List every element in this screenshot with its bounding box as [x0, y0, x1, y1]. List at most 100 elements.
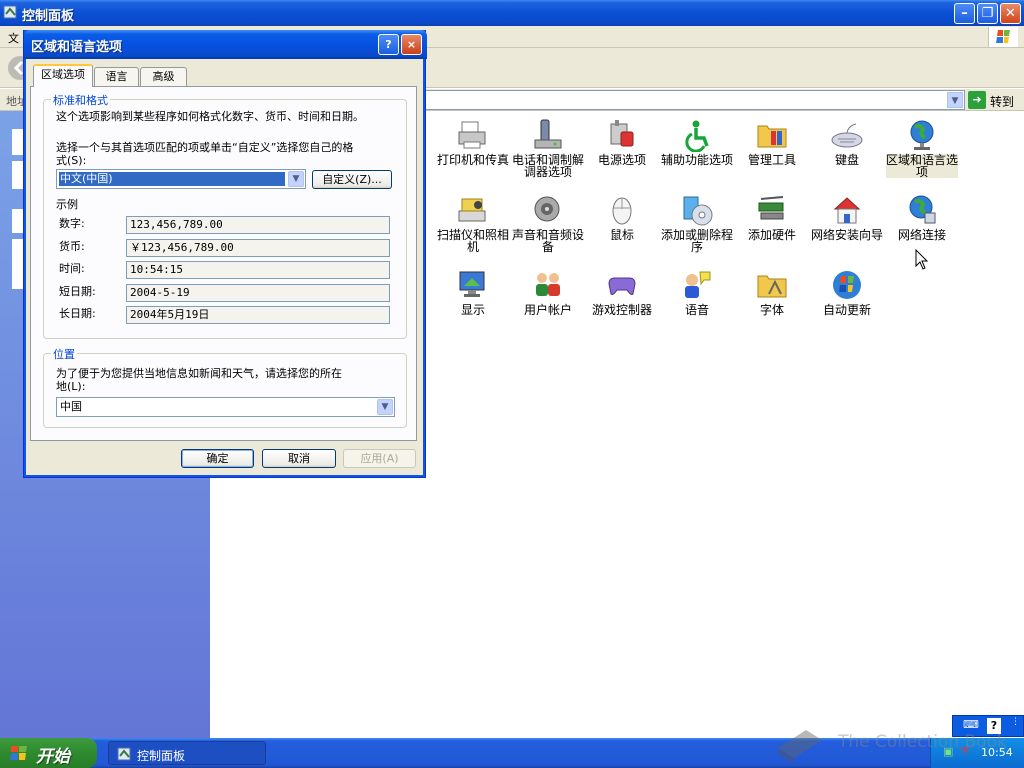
cancel-button[interactable]: 取消: [262, 449, 336, 468]
tab-label: 区域选项: [41, 68, 85, 81]
display-icon: [459, 271, 485, 297]
go-button[interactable]: ➜ 转到: [968, 91, 1020, 109]
accessibility-icon: [685, 120, 709, 152]
cp-item-regional[interactable]: 区域和语言选项: [886, 114, 958, 184]
cp-item-keyboard[interactable]: 键盘: [811, 114, 883, 184]
location-select[interactable]: 中国 ▼: [56, 397, 395, 417]
cp-item-automatic-updates[interactable]: 自动更新: [811, 264, 883, 334]
standards-description: 这个选项影响到某些程序如何格式化数字、货币、时间和日期。: [56, 110, 364, 123]
example-currency-label: 货币:: [59, 240, 85, 253]
windows-update-icon: [833, 271, 861, 299]
start-button[interactable]: 开始: [0, 738, 97, 768]
minimize-button[interactable]: –: [954, 3, 975, 24]
dialog-titlebar[interactable]: 区域和语言选项 ? ×: [24, 30, 427, 59]
cp-item-admin-tools[interactable]: 管理工具: [736, 114, 808, 184]
cp-item-add-remove[interactable]: 添加或删除程序: [661, 189, 733, 259]
chevron-down-icon[interactable]: ▼: [288, 171, 304, 187]
cp-item-label: 电话和调制解调器选项: [512, 153, 585, 179]
example-time-value: 10:54:15: [126, 261, 390, 279]
tab-label: 语言: [105, 70, 128, 83]
go-arrow-icon: ➜: [968, 91, 986, 109]
example-time-label: 时间:: [59, 262, 85, 275]
restore-icon: ❐: [981, 6, 994, 21]
cp-item-mouse[interactable]: 鼠标: [586, 189, 658, 259]
dialog-close-button[interactable]: ×: [401, 34, 422, 55]
phone-modem-icon: [534, 119, 562, 149]
location-description: 地(L):: [56, 380, 86, 393]
cp-item-scanners[interactable]: 扫描仪和照相机: [437, 189, 509, 259]
cp-item-sound[interactable]: 声音和音频设备: [512, 189, 584, 259]
cp-item-phone-modem[interactable]: 电话和调制解调器选项: [512, 114, 584, 184]
dialog-title: 区域和语言选项: [31, 40, 123, 55]
cp-item-label: 显示: [460, 303, 485, 317]
cp-item-label: 语音: [684, 303, 709, 317]
location-group: 位置 为了便于为您提供当地信息如新闻和天气，请选择您的所在 地(L): 中国 ▼: [43, 346, 407, 428]
cp-item-printers[interactable]: 打印机和传真: [437, 114, 509, 184]
cp-item-label: 辅助功能选项: [661, 153, 734, 167]
customize-button[interactable]: 自定义(Z)...: [312, 170, 392, 189]
example-short-date-label: 短日期:: [59, 285, 96, 298]
windows-flag-icon: [10, 746, 27, 760]
add-remove-icon: [683, 196, 713, 226]
mouse-icon: [612, 197, 632, 225]
speaker-icon: [534, 196, 560, 222]
tab-advanced[interactable]: 高级: [140, 67, 187, 86]
example-number-label: 数字:: [59, 217, 85, 230]
location-description: 为了便于为您提供当地信息如新闻和天气，请选择您的所在: [56, 367, 342, 380]
tab-regional-options[interactable]: 区域选项: [33, 64, 93, 87]
globe-icon: [910, 120, 934, 150]
example-long-date-value: 2004年5月19日: [126, 306, 390, 324]
example-currency-value: ￥123,456,789.00: [126, 239, 390, 257]
select-format-text: 选择一个与其首选项匹配的项或单击“自定义”选择您自己的格: [56, 141, 354, 154]
control-panel-icon: [117, 747, 131, 761]
cp-item-label: 自动更新: [822, 303, 871, 317]
cp-item-power[interactable]: 电源选项: [586, 114, 658, 184]
book-icon: [778, 730, 822, 764]
cp-item-user-accounts[interactable]: 用户帐户: [512, 264, 584, 334]
main-titlebar[interactable]: 控制面板 – ❐ ✕: [0, 0, 1024, 26]
menu-item-file[interactable]: 文: [8, 30, 19, 46]
cancel-label: 取消: [288, 452, 310, 465]
fonts-icon: [757, 275, 787, 298]
example-number-value: 123,456,789.00: [126, 216, 390, 234]
taskbar-item-label: 控制面板: [137, 749, 186, 763]
cp-item-label: 添加硬件: [747, 228, 796, 242]
chevron-down-icon[interactable]: ▼: [377, 399, 393, 415]
ok-label: 确定: [206, 452, 229, 465]
apply-button[interactable]: 应用(A): [343, 449, 416, 468]
chevron-down-icon[interactable]: ▼: [947, 92, 963, 108]
standards-group: 标准和格式 这个选项影响到某些程序如何格式化数字、货币、时间和日期。 选择一个与…: [43, 92, 407, 339]
tab-panel: 标准和格式 这个选项影响到某些程序如何格式化数字、货币、时间和日期。 选择一个与…: [30, 86, 417, 441]
regional-options-dialog: 区域和语言选项 ? × 区域选项 语言 高级 标准和格式 这个选项影响到某些程序…: [23, 30, 427, 478]
ok-button[interactable]: 确定: [181, 449, 254, 468]
tab-languages[interactable]: 语言: [94, 67, 139, 86]
close-icon: ×: [406, 38, 417, 51]
close-button[interactable]: ✕: [1000, 3, 1021, 24]
help-button[interactable]: ?: [378, 34, 399, 55]
locale-select[interactable]: 中文(中国) ▼: [56, 169, 306, 189]
restore-button[interactable]: ❐: [977, 3, 998, 24]
speech-icon: [685, 271, 711, 298]
cp-item-fonts[interactable]: 字体: [736, 264, 808, 334]
cp-item-add-hardware[interactable]: 添加硬件: [736, 189, 808, 259]
mouse-pointer-icon: [915, 249, 929, 270]
add-hardware-icon: [758, 196, 784, 220]
cp-item-network-wizard[interactable]: 网络安装向导: [811, 189, 883, 259]
minimize-icon: –: [961, 6, 968, 21]
cp-item-label: 网络连接: [897, 228, 946, 242]
cp-item-label: 添加或删除程序: [661, 228, 734, 254]
help-icon: ?: [385, 38, 392, 51]
taskbar-item-control-panel[interactable]: 控制面板: [108, 741, 266, 765]
cp-item-label: 打印机和传真: [437, 153, 510, 167]
cp-item-accessibility[interactable]: 辅助功能选项: [661, 114, 733, 184]
example-long-date-label: 长日期:: [59, 307, 96, 320]
cp-item-label: 游戏控制器: [591, 303, 652, 317]
cp-item-game-controllers[interactable]: 游戏控制器: [586, 264, 658, 334]
cp-item-display[interactable]: 显示: [437, 264, 509, 334]
cp-item-label: 用户帐户: [523, 303, 572, 317]
cp-item-speech[interactable]: 语音: [661, 264, 733, 334]
power-options-icon: [610, 120, 634, 147]
cp-item-label: 扫描仪和照相机: [437, 228, 510, 254]
watermark-text: The Collection Book: [838, 732, 1007, 752]
examples-label: 示例: [56, 198, 78, 211]
